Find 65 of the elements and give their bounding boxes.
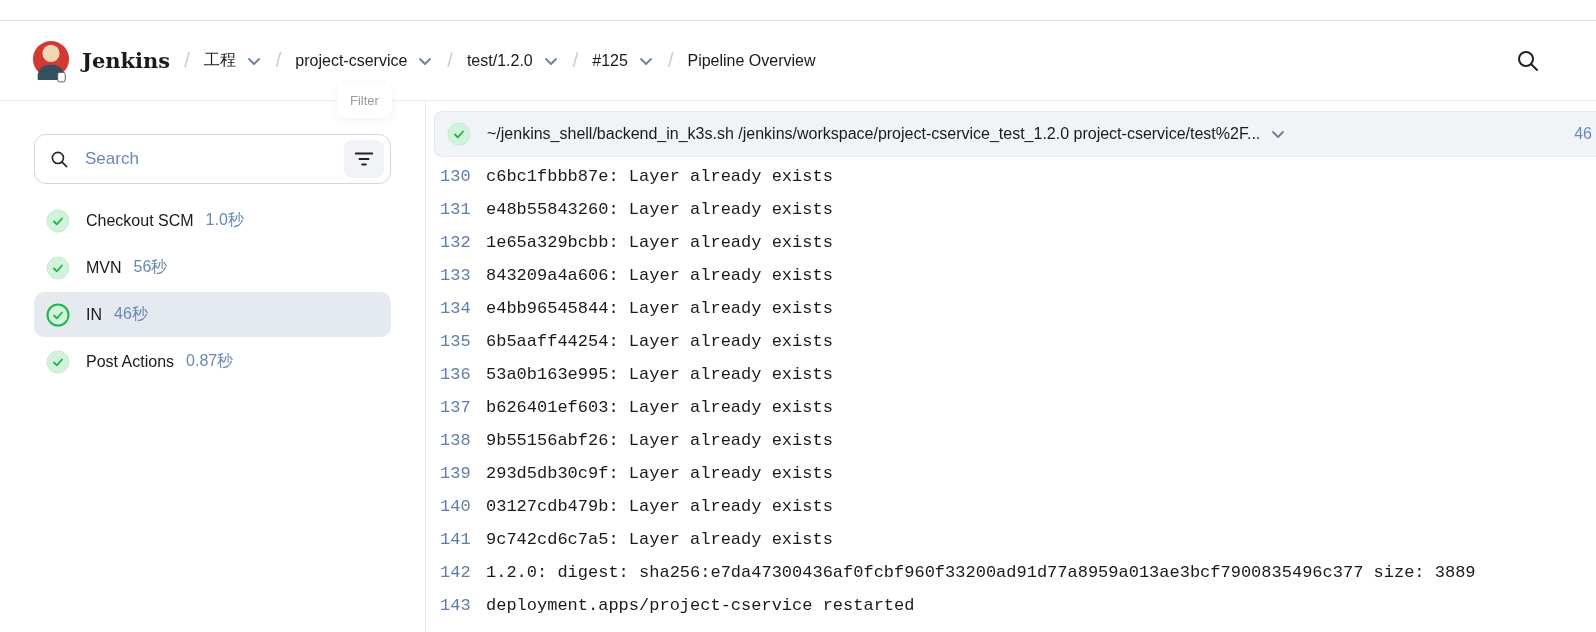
search-icon[interactable] xyxy=(1516,48,1540,73)
check-circle-icon xyxy=(46,255,70,280)
breadcrumb-separator: / xyxy=(275,49,282,72)
breadcrumb-separator: / xyxy=(447,49,453,72)
check-circle-icon xyxy=(46,302,70,327)
filter-tooltip: Filter xyxy=(337,83,392,118)
search-field[interactable]: Search xyxy=(34,134,391,184)
breadcrumb-link[interactable]: test/1.2.0 xyxy=(466,51,533,70)
stage-duration: 56秒 xyxy=(133,257,168,277)
stage-name: Post Actions xyxy=(86,352,175,371)
log-line: c6bc1fbbb87e: Layer already exists xyxy=(486,167,833,186)
line-number: 142 xyxy=(439,563,472,582)
line-number: 132 xyxy=(439,233,472,252)
stage-duration: 0.87秒 xyxy=(186,351,234,371)
filter-button[interactable] xyxy=(344,140,384,178)
step-command: ~/jenkins_shell/backend_in_k3s.sh /jenkins/workspace/project-cservice_test_1.2.0 project-cservice/test%2F... xyxy=(487,125,1261,143)
line-number: 130 xyxy=(439,167,472,186)
stage-item[interactable]: Checkout SCM 1.0秒 xyxy=(34,198,391,243)
breadcrumb-separator: / xyxy=(184,49,190,72)
log-line: 53a0b163e995: Layer already exists xyxy=(486,365,833,384)
line-number: 140 xyxy=(439,497,472,516)
breadcrumb-link[interactable]: Pipeline Overview xyxy=(687,51,816,70)
log-line: 293d5db30c9f: Layer already exists xyxy=(486,464,833,483)
stage-item[interactable]: MVN 56秒 xyxy=(34,245,391,290)
line-number: 138 xyxy=(439,431,472,450)
breadcrumb-link[interactable]: 工程 xyxy=(203,50,236,71)
check-circle-icon xyxy=(447,122,471,146)
stage-item[interactable]: IN 46秒 xyxy=(34,292,391,337)
log-line: 1.2.0: digest: sha256:e7da47300436af0fcbf960f33200ad91d77a8959a013ae3bcf7900835496c377 size: 3889 xyxy=(486,563,1476,582)
log-line: 1e65a329bcbb: Layer already exists xyxy=(486,233,833,252)
line-number: 139 xyxy=(439,464,472,483)
step-header[interactable]: ~/jenkins_shell/backend_in_k3s.sh /jenkins/workspace/project-cservice_test_1.2.0 project-cservice/test%2F... 46 xyxy=(434,111,1596,157)
line-number: 131 xyxy=(439,200,472,219)
breadcrumb-link[interactable]: project-cservice xyxy=(295,51,408,70)
log-line: 6b5aaff44254: Layer already exists xyxy=(486,332,833,351)
log-line: 03127cdb479b: Layer already exists xyxy=(486,497,833,516)
check-circle-icon xyxy=(46,349,70,374)
line-number: 141 xyxy=(439,530,472,549)
search-input[interactable]: Search xyxy=(83,148,344,170)
search-icon xyxy=(50,149,69,169)
log-line: b626401ef603: Layer already exists xyxy=(486,398,833,417)
stage-name: Checkout SCM xyxy=(86,211,194,230)
stage-duration: 1.0秒 xyxy=(205,210,244,230)
log-line: deployment.apps/project-cservice restarted xyxy=(486,596,915,615)
line-number: 136 xyxy=(439,365,472,384)
log-line: 9c742cd6c7a5: Layer already exists xyxy=(486,530,833,549)
breadcrumb-link[interactable]: #125 xyxy=(592,51,628,70)
stage-name: IN xyxy=(86,305,102,324)
log-line: 9b55156abf26: Layer already exists xyxy=(486,431,833,450)
stage-item[interactable]: Post Actions 0.87秒 xyxy=(34,339,391,384)
line-number: 134 xyxy=(439,299,472,318)
line-number: 143 xyxy=(439,596,472,615)
breadcrumb-separator: / xyxy=(667,49,674,72)
log-line: e4bb96545844: Layer already exists xyxy=(486,299,833,318)
stage-name: MVN xyxy=(86,258,122,277)
stage-duration: 46秒 xyxy=(114,304,148,324)
step-duration: 46 xyxy=(1574,125,1592,143)
breadcrumb-separator: / xyxy=(572,49,579,72)
log-line: e48b55843260: Layer already exists xyxy=(486,200,833,219)
line-number: 133 xyxy=(439,266,472,285)
brand-name[interactable]: Jenkins xyxy=(82,48,171,73)
line-number: 137 xyxy=(439,398,472,417)
line-number: 135 xyxy=(439,332,472,351)
check-circle-icon xyxy=(46,208,70,233)
log-line: 843209a4a606: Layer already exists xyxy=(486,266,833,285)
